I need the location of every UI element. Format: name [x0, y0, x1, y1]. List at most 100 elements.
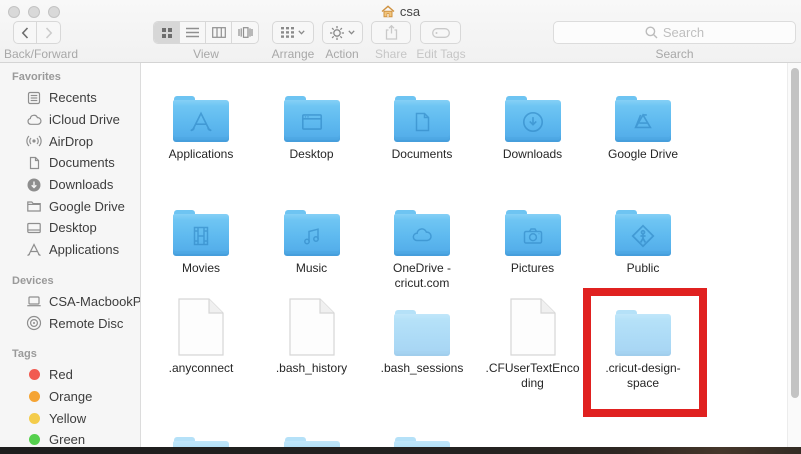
scrollbar-thumb[interactable] — [790, 68, 799, 398]
folder-movies[interactable]: Movies — [146, 196, 256, 276]
action-label: Action — [325, 47, 359, 61]
icloud-icon — [26, 112, 42, 128]
list-view-button[interactable] — [180, 22, 206, 43]
folder-onedrive-cricut-com[interactable]: OneDrive - cricut.com — [367, 196, 477, 291]
sidebar-item-documents[interactable]: Documents — [0, 152, 140, 174]
film-emblem-icon — [173, 216, 229, 256]
chevron-down-icon — [298, 30, 305, 35]
column-view-button[interactable] — [206, 22, 232, 43]
folder-partial-folder-2[interactable] — [367, 423, 477, 448]
sidebar-section-favorites: Favorites Recents iCloud Drive AirDrop Docum… — [0, 69, 140, 261]
folder-icon — [478, 82, 588, 142]
folder-icon — [146, 196, 256, 256]
item-label: Applications — [168, 147, 234, 161]
item-label: Movies — [181, 261, 220, 275]
folder-downloads[interactable]: Downloads — [478, 82, 588, 162]
folder-google-drive[interactable]: Google Drive — [588, 82, 698, 162]
share-label: Share — [374, 47, 408, 61]
folder-applications[interactable]: Applications — [146, 82, 256, 162]
folder-bash-sessions[interactable]: .bash_sessions — [367, 296, 477, 376]
sidebar-section-tags: Tags Red Orange Yellow Green — [0, 346, 140, 448]
documents-icon — [26, 155, 42, 171]
sidebar-item-downloads[interactable]: Downloads — [0, 174, 140, 196]
vertical-scrollbar[interactable] — [787, 63, 801, 448]
chevron-left-icon — [21, 26, 29, 39]
folder-partial-folder-1[interactable] — [257, 423, 367, 448]
folder-music[interactable]: Music — [257, 196, 367, 276]
sidebar-item-recents[interactable]: Recents — [0, 87, 140, 109]
sidebar-item-label: Google Drive — [49, 198, 125, 214]
desktop-icon — [26, 220, 42, 236]
window-emblem-icon — [284, 102, 340, 142]
sidebar-item-green[interactable]: Green — [0, 429, 140, 448]
file-bash-history[interactable]: .bash_history — [257, 296, 367, 376]
forward-button[interactable] — [37, 22, 60, 43]
sidebar-item-icloud-drive[interactable]: iCloud Drive — [0, 109, 140, 131]
grid-view-icon — [161, 27, 172, 38]
file-icon — [478, 296, 588, 356]
sidebar-section-devices: Devices CSA-MacbookP... Remote Disc — [0, 273, 140, 334]
search-label: Search — [655, 47, 694, 61]
action-button[interactable] — [322, 21, 363, 44]
sidebar-item-google-drive[interactable]: Google Drive — [0, 195, 140, 217]
coverflow-view-button[interactable] — [232, 22, 258, 43]
cloud-emblem-icon — [394, 216, 450, 256]
item-label: Public — [626, 261, 660, 275]
gear-icon — [330, 25, 344, 40]
item-label: Downloads — [502, 147, 563, 161]
edit-tags-label: Edit Tags — [416, 47, 466, 61]
sidebar-item-red[interactable]: Red — [0, 364, 140, 386]
tag-dot — [26, 367, 42, 383]
sidebar-item-airdrop[interactable]: AirDrop — [0, 130, 140, 152]
folder-pictures[interactable]: Pictures — [478, 196, 588, 276]
share-icon — [385, 25, 397, 40]
item-label: Desktop — [289, 147, 334, 161]
tag-dot — [26, 388, 42, 404]
download-emblem-icon — [505, 102, 561, 142]
back-button[interactable] — [14, 22, 38, 43]
file-cfusertextencoding[interactable]: .CFUserTextEncoding — [478, 296, 588, 391]
sidebar-item-csa-macbookp[interactable]: CSA-MacbookP... — [0, 291, 140, 313]
icon-view-button[interactable] — [154, 22, 180, 43]
sidebar-item-desktop[interactable]: Desktop — [0, 217, 140, 239]
list-view-icon — [186, 27, 199, 38]
drive-emblem-icon — [615, 102, 671, 142]
sidebar-item-label: Yellow — [49, 410, 87, 426]
folder-icon — [478, 196, 588, 256]
desktop-edge — [0, 447, 801, 454]
laptop-icon — [26, 293, 42, 309]
search-input[interactable]: Search — [553, 21, 796, 44]
item-label: OneDrive - cricut.com — [392, 261, 451, 290]
edit-tags-button[interactable] — [420, 21, 461, 44]
folder-desktop[interactable]: Desktop — [257, 82, 367, 162]
coverflow-view-icon — [237, 27, 253, 38]
arrange-button[interactable] — [272, 21, 314, 44]
sidebar-section-title: Devices — [12, 274, 54, 287]
view-segmented-control — [153, 21, 259, 44]
folder-public[interactable]: Public — [588, 196, 698, 276]
folder-partial-folder-0[interactable] — [146, 423, 256, 448]
sidebar-item-label: Applications — [49, 242, 120, 258]
folder-icon — [367, 82, 477, 142]
file-icon — [146, 296, 256, 356]
toolbar: csa Back/Forward View Arrange Action Sha… — [0, 0, 801, 63]
share-button[interactable] — [371, 21, 411, 44]
item-label: .anyconnect — [168, 361, 234, 375]
finder-window: csa Back/Forward View Arrange Action Sha… — [0, 0, 801, 454]
back-forward-group — [13, 21, 61, 44]
window-title: csa — [399, 4, 421, 19]
folder-icon — [257, 196, 367, 256]
tag-dot — [26, 432, 42, 448]
sidebar-section-title: Tags — [12, 347, 37, 360]
folder-documents[interactable]: Documents — [367, 82, 477, 162]
file-anyconnect[interactable]: .anyconnect — [146, 296, 256, 376]
folder-icon — [367, 296, 477, 356]
folder-icon — [588, 82, 698, 142]
home-icon — [381, 5, 395, 18]
sidebar-item-remote-disc[interactable]: Remote Disc — [0, 312, 140, 334]
view-label: View — [193, 47, 219, 61]
folder-icon — [26, 198, 42, 214]
sidebar-item-applications[interactable]: Applications — [0, 239, 140, 261]
sidebar-item-orange[interactable]: Orange — [0, 386, 140, 408]
sidebar-item-yellow[interactable]: Yellow — [0, 407, 140, 429]
